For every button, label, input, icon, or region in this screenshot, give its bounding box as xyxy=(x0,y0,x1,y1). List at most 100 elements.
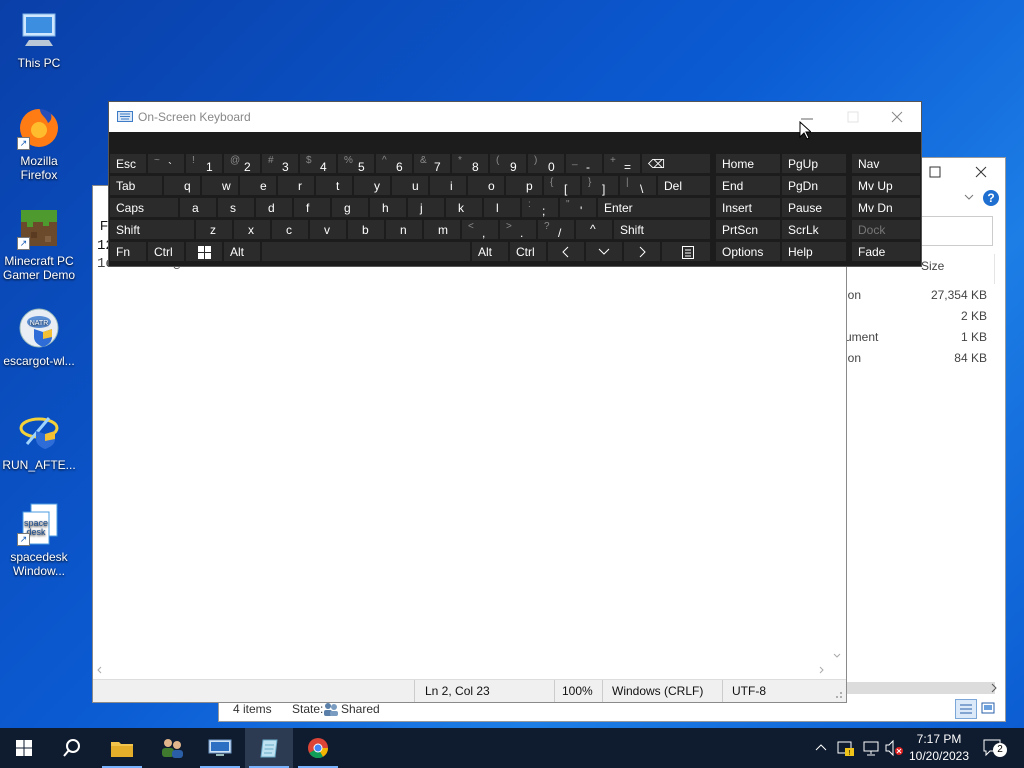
key-minus[interactable]: _ - xyxy=(565,153,603,174)
key-slash[interactable]: ? / xyxy=(537,219,575,240)
key-r[interactable]: r xyxy=(277,175,315,196)
key-k[interactable]: k xyxy=(445,197,483,218)
security-warning-icon[interactable]: ! xyxy=(837,739,855,760)
key-v[interactable]: v xyxy=(309,219,347,240)
key-quote[interactable]: " ' xyxy=(559,197,597,218)
key-m[interactable]: m xyxy=(423,219,461,240)
desktop-icon-escargot[interactable]: NATR escargot-wl... xyxy=(2,306,76,368)
horizontal-scrollbar[interactable] xyxy=(93,662,829,679)
text-editor-area[interactable] xyxy=(93,236,846,664)
key-nav[interactable]: Nav xyxy=(851,153,921,174)
scroll-right-icon[interactable] xyxy=(989,682,999,697)
key-0[interactable]: ) 0 xyxy=(527,153,565,174)
start-button[interactable] xyxy=(0,728,48,768)
key-period[interactable]: >. xyxy=(499,219,537,240)
key-backtick[interactable]: ~ ` xyxy=(147,153,185,174)
key-dock[interactable]: Dock xyxy=(851,219,921,240)
resize-grip-icon[interactable] xyxy=(833,688,843,702)
key-z[interactable]: z xyxy=(195,219,233,240)
key-n[interactable]: n xyxy=(385,219,423,240)
key-fade[interactable]: Fade xyxy=(851,241,921,262)
close-button[interactable] xyxy=(887,107,907,127)
key-s[interactable]: s xyxy=(217,197,255,218)
desktop-icon-this-pc[interactable]: This PC xyxy=(2,8,76,70)
key-shift-left[interactable]: Shift xyxy=(109,219,195,240)
key-help[interactable]: Help xyxy=(781,241,847,262)
chrome-taskbar-button[interactable] xyxy=(294,728,342,768)
file-explorer-taskbar-button[interactable] xyxy=(98,728,146,768)
key-end[interactable]: End xyxy=(715,175,781,196)
desktop-icon-spacedesk[interactable]: space desk ↗ spacedesk Window... xyxy=(2,502,76,578)
key-7[interactable]: & 7 xyxy=(413,153,451,174)
key-i[interactable]: i xyxy=(429,175,467,196)
desktop-icon-firefox[interactable]: ↗ Mozilla Firefox xyxy=(2,106,76,182)
key-left-bracket[interactable]: {[ xyxy=(543,175,581,196)
key-5[interactable]: % 5 xyxy=(337,153,375,174)
show-hidden-icons-chevron-up-icon[interactable] xyxy=(815,741,827,755)
key-pgdn[interactable]: PgDn xyxy=(781,175,847,196)
key-right-arrow[interactable] xyxy=(623,241,661,262)
key-mv-up[interactable]: Mv Up xyxy=(851,175,921,196)
key-g[interactable]: g xyxy=(331,197,369,218)
key-2[interactable]: @2 xyxy=(223,153,261,174)
key-9[interactable]: (9 xyxy=(489,153,527,174)
key-l[interactable]: l xyxy=(483,197,521,218)
search-button[interactable] xyxy=(48,728,96,768)
key-w[interactable]: w xyxy=(201,175,239,196)
column-header-size[interactable]: Size xyxy=(921,259,944,273)
help-icon[interactable]: ? xyxy=(983,190,999,206)
key-6[interactable]: ^ 6 xyxy=(375,153,413,174)
clock-date[interactable]: 10/20/2023 xyxy=(904,749,974,763)
key-home[interactable]: Home xyxy=(715,153,781,174)
key-fn[interactable]: Fn xyxy=(109,241,147,262)
key-f[interactable]: f xyxy=(293,197,331,218)
key-alt-right[interactable]: Alt xyxy=(471,241,509,262)
key-b[interactable]: b xyxy=(347,219,385,240)
close-button[interactable] xyxy=(971,162,991,182)
remote-desktop-taskbar-button[interactable] xyxy=(196,728,244,768)
chevron-down-icon[interactable] xyxy=(963,191,975,205)
key-q[interactable]: q xyxy=(163,175,201,196)
key-insert[interactable]: Insert xyxy=(715,197,781,218)
key-comma[interactable]: <, xyxy=(461,219,499,240)
key-backspace[interactable]: ⌫ xyxy=(641,153,711,174)
volume-muted-icon[interactable] xyxy=(884,739,904,760)
key-esc[interactable]: Esc xyxy=(109,153,147,174)
desktop-icon-run-after[interactable]: RUN_AFTE... xyxy=(2,410,76,472)
key-semicolon[interactable]: :; xyxy=(521,197,559,218)
key-o[interactable]: o xyxy=(467,175,505,196)
key-j[interactable]: j xyxy=(407,197,445,218)
clock-time[interactable]: 7:17 PM xyxy=(904,732,974,746)
key-e[interactable]: e xyxy=(239,175,277,196)
key-p[interactable]: p xyxy=(505,175,543,196)
key-pause[interactable]: Pause xyxy=(781,197,847,218)
key-backslash[interactable]: | \ xyxy=(619,175,657,196)
key-h[interactable]: h xyxy=(369,197,407,218)
key-a[interactable]: a xyxy=(179,197,217,218)
key-x[interactable]: x xyxy=(233,219,271,240)
key-left-arrow[interactable] xyxy=(547,241,585,262)
key-tab[interactable]: Tab xyxy=(109,175,163,196)
key-options[interactable]: Options xyxy=(715,241,781,262)
large-icons-view-icon[interactable] xyxy=(979,699,997,717)
key-ctrl-right[interactable]: Ctrl xyxy=(509,241,547,262)
key-menu[interactable] xyxy=(661,241,711,262)
network-app-taskbar-button[interactable] xyxy=(148,728,196,768)
key-y[interactable]: y xyxy=(353,175,391,196)
key-up-arrow[interactable]: ^ xyxy=(575,219,613,240)
key-prtscn[interactable]: PrtScn xyxy=(715,219,781,240)
key-pgup[interactable]: PgUp xyxy=(781,153,847,174)
maximize-button[interactable] xyxy=(925,162,945,182)
notification-center-button[interactable]: 2 xyxy=(982,737,1008,759)
desktop-icon-minecraft[interactable]: ↗ Minecraft PC Gamer Demo xyxy=(2,206,76,282)
key-8[interactable]: * 8 xyxy=(451,153,489,174)
key-4[interactable]: $4 xyxy=(299,153,337,174)
key-space[interactable] xyxy=(261,241,471,262)
maximize-button[interactable] xyxy=(843,107,863,127)
notepad-taskbar-button[interactable] xyxy=(245,728,293,768)
key-down-arrow[interactable] xyxy=(585,241,623,262)
key-u[interactable]: u xyxy=(391,175,429,196)
key-mv-dn[interactable]: Mv Dn xyxy=(851,197,921,218)
key-scrlk[interactable]: ScrLk xyxy=(781,219,847,240)
key-right-bracket[interactable]: }] xyxy=(581,175,619,196)
